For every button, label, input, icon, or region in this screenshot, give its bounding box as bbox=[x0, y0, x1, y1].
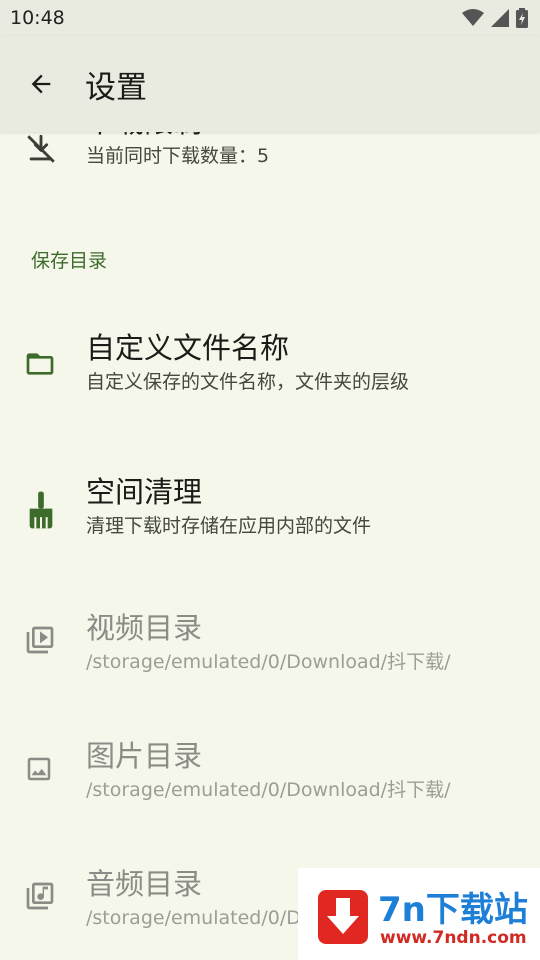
page-title: 设置 bbox=[85, 69, 147, 106]
setting-title: 图片目录 bbox=[86, 739, 203, 773]
setting-subtitle: 当前同时下载数量：5 bbox=[86, 145, 270, 167]
watermark-logo bbox=[318, 890, 368, 944]
setting-video-directory[interactable]: 视频目录 /storage/emulated/0/Download/抖下载/ bbox=[0, 584, 540, 712]
setting-subtitle: /storage/emulated/0/Download/抖下载/ bbox=[86, 651, 451, 673]
image-icon bbox=[27, 757, 51, 781]
watermark-name: 7n下载站 bbox=[378, 890, 528, 930]
setting-subtitle: 自定义保存的文件名称，文件夹的层级 bbox=[86, 371, 410, 393]
setting-subtitle: /storage/emulated/0/Download/抖下载/ bbox=[86, 779, 451, 801]
setting-title: 视频目录 bbox=[86, 611, 203, 645]
settings-list: 下载限制 当前同时下载数量：5 保存目录 自定义文件名称 自定义保存的文件名称，… bbox=[0, 132, 540, 960]
watermark-url: www.7ndn.com bbox=[380, 928, 527, 948]
back-button[interactable] bbox=[13, 56, 69, 112]
setting-download-limit[interactable]: 下载限制 当前同时下载数量：5 bbox=[0, 132, 540, 212]
video-library-icon bbox=[26, 626, 54, 654]
download-off-icon bbox=[27, 134, 55, 163]
status-bar: 10:48 bbox=[0, 0, 540, 36]
battery-charging-icon bbox=[516, 8, 528, 28]
setting-title: 下载限制 bbox=[86, 132, 528, 142]
setting-subtitle: 清理下载时存储在应用内部的文件 bbox=[86, 515, 372, 537]
setting-image-directory[interactable]: 图片目录 /storage/emulated/0/Download/抖下载/ bbox=[0, 712, 540, 840]
download-arrow-icon bbox=[327, 898, 359, 934]
audio-library-icon bbox=[26, 882, 54, 910]
folder-icon bbox=[26, 353, 54, 375]
wifi-icon bbox=[462, 9, 484, 26]
status-icons bbox=[462, 8, 528, 28]
section-header-save-directory: 保存目录 bbox=[31, 250, 108, 272]
setting-title: 空间清理 bbox=[86, 475, 203, 509]
broom-icon bbox=[29, 491, 53, 529]
setting-custom-filename[interactable]: 自定义文件名称 自定义保存的文件名称，文件夹的层级 bbox=[0, 304, 540, 432]
app-bar: 设置 bbox=[0, 36, 540, 132]
arrow-back-icon bbox=[31, 74, 51, 94]
status-time: 10:48 bbox=[10, 7, 65, 29]
setting-title: 自定义文件名称 bbox=[86, 331, 290, 365]
signal-icon bbox=[491, 9, 509, 27]
setting-space-cleanup[interactable]: 空间清理 清理下载时存储在应用内部的文件 bbox=[0, 448, 540, 576]
watermark: 7n下载站 www.7ndn.com bbox=[298, 868, 540, 960]
